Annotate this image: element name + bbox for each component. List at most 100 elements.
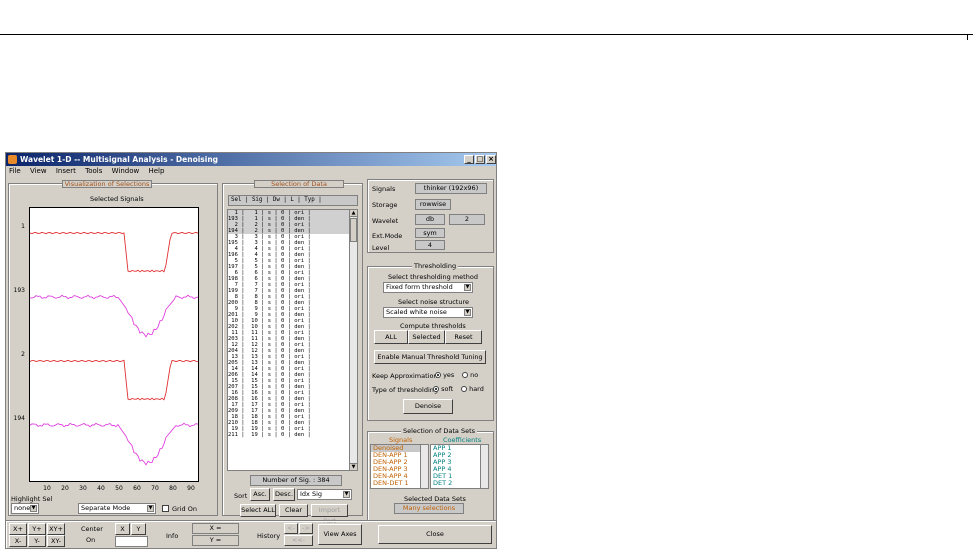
selection-rows: 1 | 1 | s | 0 | ori | 193 | 1 | s | 0 | d… <box>228 210 357 438</box>
yes-radio[interactable] <box>435 372 441 378</box>
noise-structure-dropdown[interactable]: Scaled white noise ▼ <box>383 307 473 318</box>
display-mode-dropdown[interactable]: Separate Mode ▼ <box>78 503 156 514</box>
minimize-button[interactable]: _ <box>464 155 474 164</box>
center-on-label: On <box>86 536 96 544</box>
zoom-xy-plus-button[interactable]: XY+ <box>47 523 65 535</box>
threshold-type-label: Type of thresholding <box>372 386 438 394</box>
menu-file[interactable]: File <box>9 167 21 175</box>
datasets-signals-list[interactable]: Denoised DEN-APP 1 DEN-APP 2 DEN-APP 3 DEN-A… <box>370 444 429 489</box>
method-label: Select thresholding method <box>388 273 478 281</box>
storage-label: Storage <box>372 201 398 209</box>
zoom-y-plus-button[interactable]: Y+ <box>28 523 46 535</box>
signals-axes[interactable] <box>29 207 199 482</box>
keep-approx-yes[interactable]: yes <box>435 371 454 379</box>
display-mode-value: Separate Mode <box>81 504 131 512</box>
sort-desc-button[interactable]: Desc. <box>273 488 295 501</box>
info-label: Info <box>166 532 179 540</box>
menu-window[interactable]: Window <box>112 167 140 175</box>
sort-label: Sort <box>234 492 248 500</box>
yes-label: yes <box>443 371 455 379</box>
denoised-signal-line <box>29 422 199 466</box>
sort-asc-button[interactable]: Asc. <box>250 488 270 501</box>
original-signal-line <box>29 359 199 401</box>
clear-button[interactable]: Clear <box>279 504 308 517</box>
visualization-frame-title: Visualization of Selections <box>62 180 152 188</box>
chevron-down-icon: ▼ <box>464 309 471 316</box>
title-bar[interactable]: Wavelet 1-D -- Multisignal Analysis - De… <box>6 153 496 166</box>
extmode-value: sym <box>415 228 445 238</box>
hard-radio[interactable] <box>461 386 467 392</box>
import-part-button[interactable]: Import Part <box>311 504 348 525</box>
center-on-field[interactable] <box>115 536 148 547</box>
page-rule <box>0 34 973 35</box>
datasets-coeffs-list[interactable]: APP 1 APP 2 APP 3 APP 4 DET 1 DET 2 <box>430 444 489 489</box>
history-back-button[interactable]: <- <box>284 523 298 534</box>
keep-approx-no[interactable]: no <box>462 371 478 379</box>
zoom-y-minus-button[interactable]: Y- <box>28 535 46 547</box>
app-window: Wavelet 1-D -- Multisignal Analysis - De… <box>5 152 497 549</box>
x-tick-40: 40 <box>97 485 105 492</box>
signal-label-194: 194 <box>13 415 25 422</box>
history-forward-button[interactable]: -> <box>299 523 313 534</box>
threshold-type-hard[interactable]: hard <box>461 385 484 393</box>
level-value: 4 <box>415 240 445 250</box>
x-tick-90: 90 <box>187 485 195 492</box>
grid-on-checkbox[interactable] <box>162 505 169 512</box>
select-all-button[interactable]: Select ALL <box>240 504 276 517</box>
zoom-xy-minus-button[interactable]: XY- <box>47 535 65 547</box>
keep-approx-label: Keep Approximation <box>372 372 438 380</box>
threshold-method-dropdown[interactable]: Fixed form threshold ▼ <box>383 282 473 293</box>
selection-list[interactable]: 1 | 1 | s | 0 | ori | 193 | 1 | s | 0 | d… <box>227 209 358 471</box>
history-all-button[interactable]: <<- <box>284 535 313 546</box>
datasets-coeffs-header: Coefficients <box>443 436 482 444</box>
chevron-down-icon: ▼ <box>147 505 154 512</box>
denoise-button[interactable]: Denoise <box>403 399 453 414</box>
compute-selected-button[interactable]: Selected <box>408 330 445 344</box>
threshold-type-soft[interactable]: soft <box>433 385 453 393</box>
highlight-sel-label: Highlight Sel <box>11 495 53 503</box>
scroll-down-icon[interactable]: ▼ <box>350 463 357 470</box>
datasets-signals-scrollbar[interactable] <box>420 445 428 488</box>
chevron-down-icon: ▼ <box>30 505 37 512</box>
noise-structure-value: Scaled white noise <box>386 308 447 316</box>
selection-frame-title: Selection of Data <box>254 180 344 188</box>
highlight-sel-dropdown[interactable]: none ▼ <box>11 503 39 514</box>
center-y-button[interactable]: Y <box>131 523 146 535</box>
reset-button[interactable]: Reset <box>445 330 482 344</box>
manual-threshold-button[interactable]: Enable Manual Threshold Tuning <box>374 350 486 364</box>
maximize-button[interactable]: □ <box>475 155 485 164</box>
chevron-down-icon: ▼ <box>464 284 471 291</box>
compute-all-button[interactable]: ALL <box>374 330 408 344</box>
x-tick-70: 70 <box>151 485 159 492</box>
view-axes-button[interactable]: View Axes <box>318 524 362 545</box>
threshold-method-value: Fixed form threshold <box>386 283 453 291</box>
center-x-button[interactable]: X <box>115 523 130 535</box>
selection-scrollbar[interactable]: ▲ ▼ <box>349 210 357 470</box>
table-row[interactable]: 211 | 19 | s | 0 | den | <box>228 432 357 438</box>
x-tick-60: 60 <box>133 485 141 492</box>
menu-insert[interactable]: Insert <box>56 167 76 175</box>
number-of-sig: Number of Sig. : 384 <box>250 475 342 486</box>
scroll-up-icon[interactable]: ▲ <box>350 210 357 217</box>
signals-plot <box>29 231 199 466</box>
soft-radio[interactable] <box>433 386 439 392</box>
chevron-down-icon: ▼ <box>343 491 350 498</box>
page-rule-tick <box>967 34 968 40</box>
zoom-x-minus-button[interactable]: X- <box>9 535 27 547</box>
datasets-coeffs-scrollbar[interactable] <box>480 445 488 488</box>
menu-tools[interactable]: Tools <box>85 167 102 175</box>
scroll-thumb[interactable] <box>350 218 357 242</box>
x-tick-50: 50 <box>115 485 123 492</box>
close-window-button[interactable]: × <box>486 155 496 164</box>
no-label: no <box>470 371 479 379</box>
sort-key-dropdown[interactable]: Idx Sig ▼ <box>297 489 352 500</box>
sort-key-value: Idx Sig <box>300 490 323 498</box>
menu-view[interactable]: View <box>30 167 47 175</box>
wavelet-family-value: db <box>415 214 445 225</box>
datasets-signals-header: Signals <box>389 436 413 444</box>
no-radio[interactable] <box>462 372 468 378</box>
close-button[interactable]: Close <box>378 525 492 544</box>
zoom-x-plus-button[interactable]: X+ <box>9 523 27 535</box>
menu-help[interactable]: Help <box>148 167 164 175</box>
y-coordinate-readout: Y = <box>192 535 239 546</box>
